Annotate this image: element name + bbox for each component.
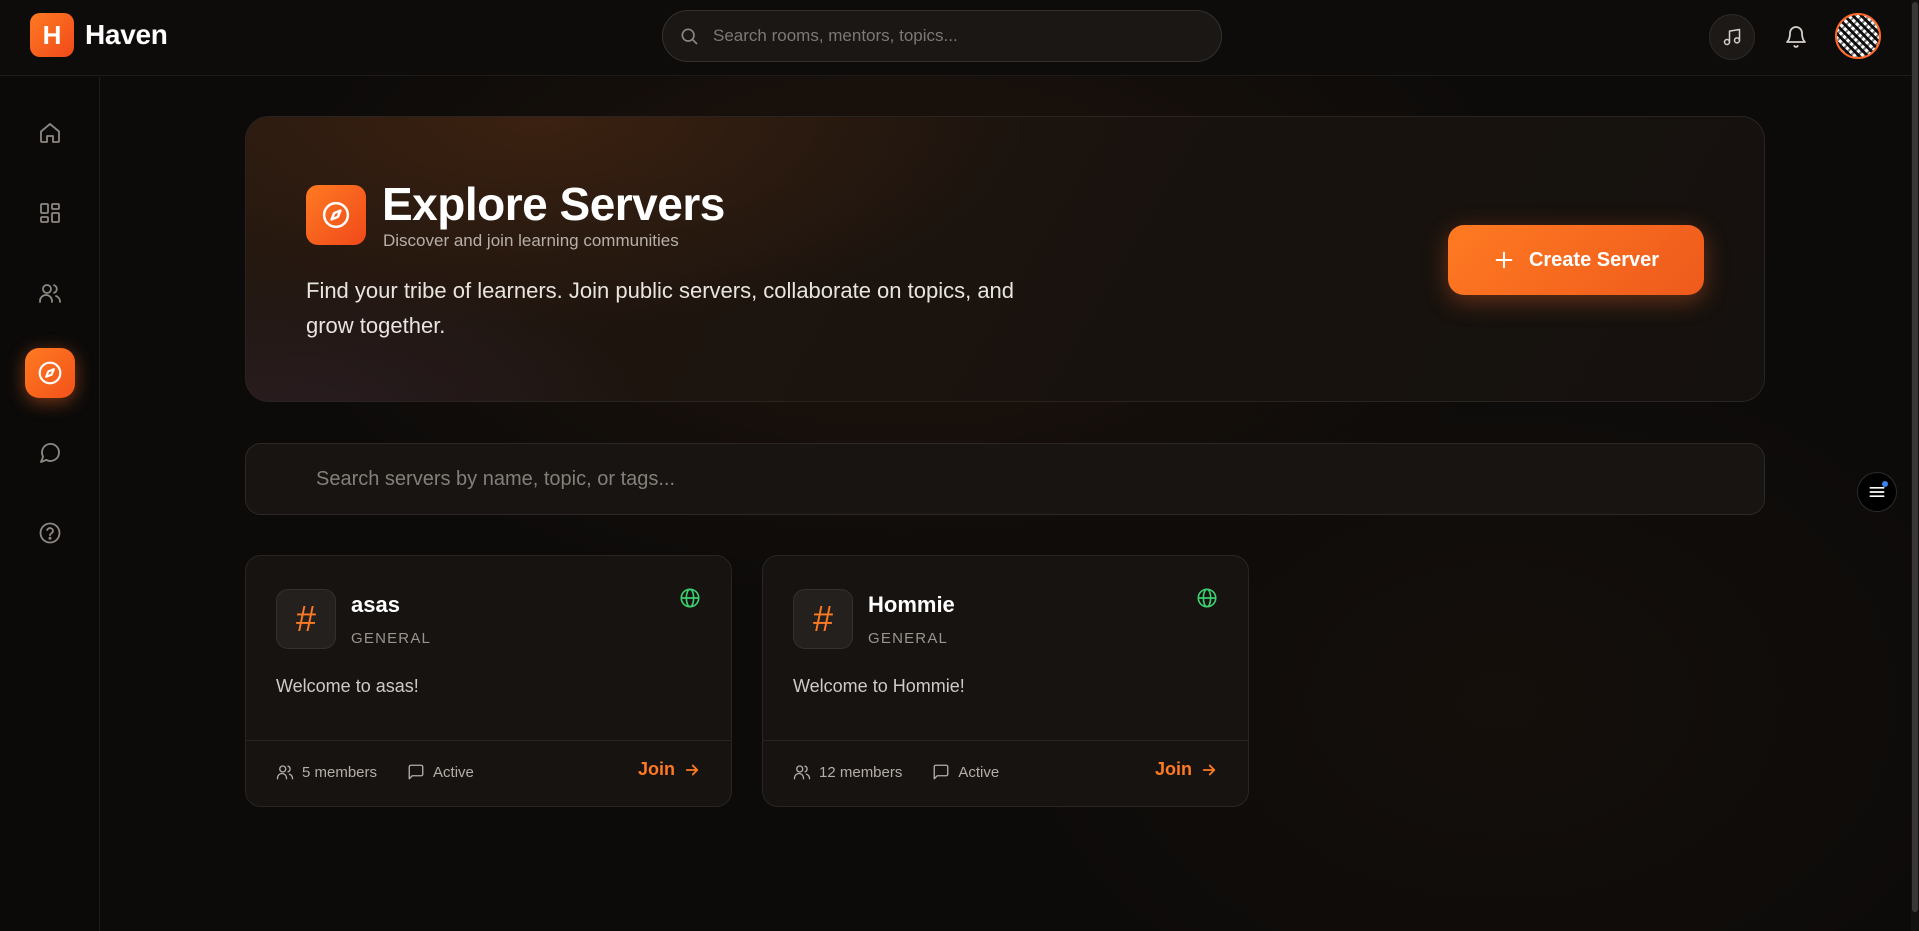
message-square-icon xyxy=(933,764,949,780)
join-label: Join xyxy=(637,759,675,779)
app-name: Haven xyxy=(85,19,168,50)
page-title: Explore Servers xyxy=(382,178,725,230)
notification-dot xyxy=(1882,481,1888,487)
sidebar-item-people[interactable] xyxy=(25,268,75,318)
chat-icon xyxy=(40,443,60,463)
sidebar-item-messages[interactable] xyxy=(25,428,75,478)
hash-icon: # xyxy=(276,589,336,649)
server-category: GENERAL xyxy=(868,630,949,647)
server-name: asas xyxy=(351,592,400,617)
users-icon xyxy=(39,284,61,303)
activity-status: Active xyxy=(433,763,474,781)
global-search-input[interactable] xyxy=(713,26,1193,46)
user-avatar[interactable] xyxy=(1835,13,1881,59)
users-icon xyxy=(276,765,294,780)
search-icon xyxy=(681,28,698,45)
logo-mark: H xyxy=(30,13,74,57)
server-search-input[interactable] xyxy=(316,467,1716,491)
global-search[interactable] xyxy=(662,10,1222,62)
sidebar-item-home[interactable] xyxy=(25,108,75,158)
notifications-button[interactable] xyxy=(1773,14,1819,60)
grid-icon xyxy=(40,203,60,223)
compass-icon xyxy=(38,361,62,385)
bell-icon xyxy=(1786,26,1806,48)
server-card-footer: 5 members Active Join xyxy=(246,740,731,806)
app-logo[interactable]: H Haven xyxy=(30,13,168,57)
plus-icon xyxy=(1495,251,1513,269)
server-welcome: Welcome to Hommie! xyxy=(793,676,965,696)
member-count: 12 members xyxy=(819,763,903,781)
member-count: 5 members xyxy=(302,763,378,781)
activity-status: Active xyxy=(958,763,1000,781)
music-button[interactable] xyxy=(1709,14,1755,60)
server-card-footer: 12 members Active Join xyxy=(763,740,1248,806)
floating-menu-button[interactable] xyxy=(1857,472,1897,512)
server-meta: 5 members Active xyxy=(276,763,474,781)
page-scrollbar[interactable] xyxy=(1911,0,1919,931)
sidebar-item-dashboard[interactable] xyxy=(25,188,75,238)
sidebar xyxy=(0,77,100,931)
server-meta: 12 members Active xyxy=(793,763,999,781)
page-description: Find your tribe of learners. Join public… xyxy=(306,278,1015,338)
help-icon xyxy=(39,522,61,544)
music-icon xyxy=(1723,28,1741,46)
arrow-right-icon xyxy=(685,764,699,775)
server-name: Hommie xyxy=(868,592,955,617)
hash-icon: # xyxy=(793,589,853,649)
scrollbar-thumb[interactable] xyxy=(1912,2,1918,912)
explore-hero: Explore Servers Discover and join learni… xyxy=(245,116,1765,402)
join-label: Join xyxy=(1154,759,1192,779)
compass-icon xyxy=(322,201,350,229)
globe-icon xyxy=(680,588,700,608)
arrow-right-icon xyxy=(1202,764,1216,775)
home-icon xyxy=(40,123,60,143)
join-button[interactable]: Join xyxy=(1155,759,1218,780)
server-card[interactable]: # Hommie GENERAL Welcome to Hommie! 12 m… xyxy=(762,555,1249,807)
server-welcome: Welcome to asas! xyxy=(276,676,419,696)
sidebar-item-help[interactable] xyxy=(25,508,75,558)
create-server-label: Create Server xyxy=(1528,248,1660,271)
sidebar-item-explore[interactable] xyxy=(25,348,75,398)
create-server-button[interactable]: Create Server xyxy=(1448,225,1704,295)
globe-icon xyxy=(1197,588,1217,608)
users-icon xyxy=(793,765,811,780)
server-card[interactable]: # asas GENERAL Welcome to asas! 5 member… xyxy=(245,555,732,807)
server-category: GENERAL xyxy=(351,630,432,647)
server-search[interactable] xyxy=(245,443,1765,515)
message-square-icon xyxy=(408,764,424,780)
page-subtitle: Discover and join learning communities xyxy=(383,231,679,250)
top-bar: H Haven xyxy=(0,0,1919,76)
join-button[interactable]: Join xyxy=(638,759,701,780)
hero-icon xyxy=(306,185,366,245)
